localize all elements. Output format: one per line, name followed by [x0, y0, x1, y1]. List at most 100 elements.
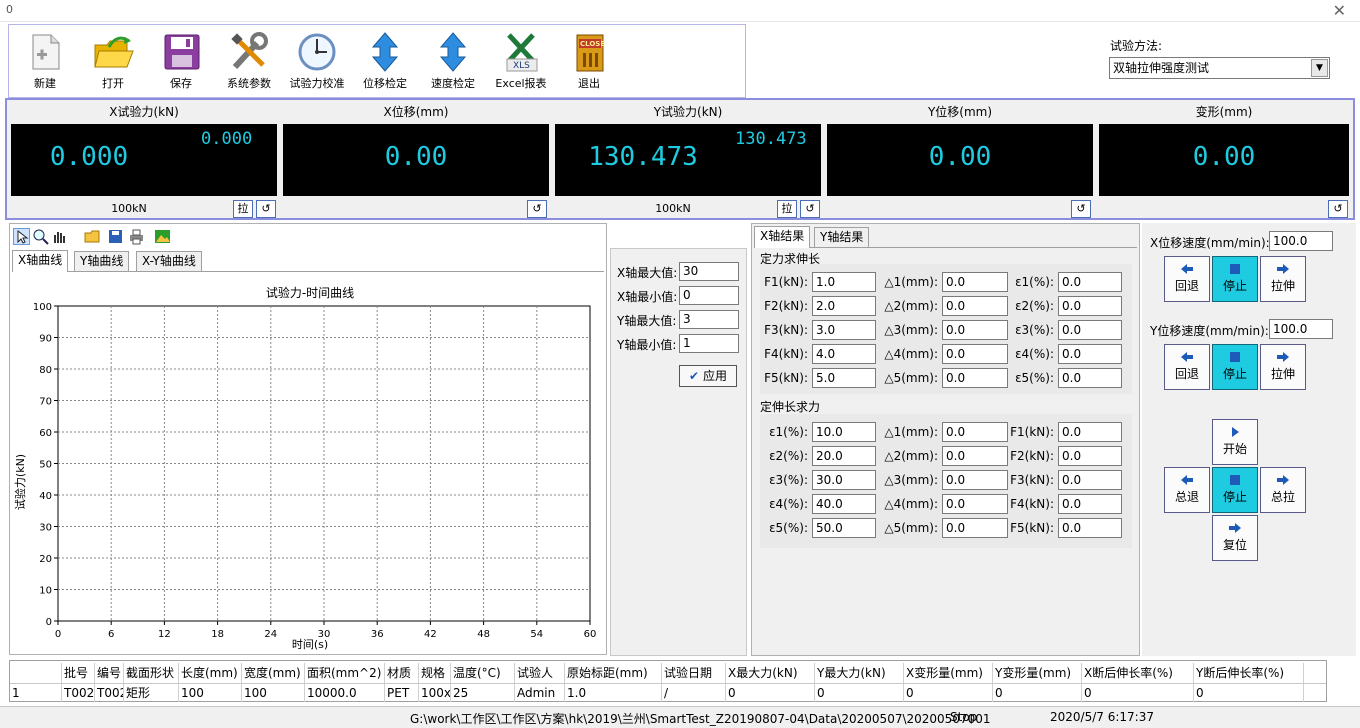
x-stop-button[interactable]: 停止	[1212, 256, 1258, 302]
close-window-icon[interactable]: ✕	[1333, 1, 1346, 20]
table-cell[interactable]: 1	[10, 684, 62, 702]
elong-force-input[interactable]: 0.0	[942, 518, 1008, 538]
elong-force-input[interactable]: 0.0	[1058, 470, 1122, 490]
exit-button[interactable]: CLOSE 退出	[555, 31, 623, 97]
force-elong-input[interactable]: 0.0	[942, 296, 1008, 316]
open-button[interactable]: 打开	[79, 31, 147, 97]
table-cell[interactable]: 100	[179, 684, 242, 702]
force-elong-input[interactable]: 0.0	[942, 272, 1008, 292]
table-cell[interactable]: 10000.0	[305, 684, 385, 702]
table-cell[interactable]: 0	[1194, 684, 1304, 702]
x-max-input[interactable]: 30	[679, 262, 739, 281]
x-pull-button[interactable]: 拉伸	[1260, 256, 1306, 302]
save-icon[interactable]	[107, 228, 124, 245]
table-cell[interactable]: 0	[726, 684, 815, 702]
tab-y-curve[interactable]: Y轴曲线	[74, 251, 130, 271]
table-cell[interactable]: 0	[993, 684, 1082, 702]
tab-xy-curve[interactable]: X-Y轴曲线	[136, 251, 202, 271]
y-pull-button[interactable]: 拉伸	[1260, 344, 1306, 390]
x-force-zero-button[interactable]: ↺	[256, 200, 276, 218]
force-elong-input[interactable]: 0.0	[942, 320, 1008, 340]
force-elong-input[interactable]: 0.0	[1058, 320, 1122, 340]
y-min-input[interactable]: 1	[679, 334, 739, 353]
y-back-button[interactable]: 回退	[1164, 344, 1210, 390]
system-params-button[interactable]: 系统参数	[215, 31, 283, 97]
test-method-select[interactable]: 双轴拉伸强度测试 ▼	[1109, 57, 1330, 79]
elong-force-input[interactable]: 40.0	[812, 494, 876, 514]
x-disp-zero-button[interactable]: ↺	[527, 200, 547, 218]
reset-button[interactable]: 复位	[1212, 515, 1258, 561]
table-cell[interactable]: PET	[385, 684, 419, 702]
force-elong-input[interactable]: 0.0	[1058, 368, 1122, 388]
print-icon[interactable]	[128, 228, 145, 245]
speed-verify-button[interactable]: 速度检定	[419, 31, 487, 97]
deform-zero-button[interactable]: ↺	[1328, 200, 1348, 218]
force-elong-input[interactable]: 1.0	[812, 272, 876, 292]
updown-arrow-icon	[439, 32, 467, 72]
elong-force-input[interactable]: 10.0	[812, 422, 876, 442]
total-pull-button[interactable]: 总拉	[1260, 467, 1306, 513]
elong-force-input[interactable]: 0.0	[1058, 446, 1122, 466]
displacement-verify-button[interactable]: 位移检定	[351, 31, 419, 97]
table-cell[interactable]: 0	[815, 684, 904, 702]
force-elong-input[interactable]: 0.0	[942, 344, 1008, 364]
start-button[interactable]: 开始	[1212, 419, 1258, 465]
x-force-pull-button[interactable]: 拉	[233, 200, 253, 218]
total-back-button[interactable]: 总退	[1164, 467, 1210, 513]
elong-force-input[interactable]: 0.0	[1058, 494, 1122, 514]
open-folder-icon[interactable]	[84, 228, 101, 245]
y-disp-zero-button[interactable]: ↺	[1071, 200, 1091, 218]
y-force-zero-button[interactable]: ↺	[800, 200, 820, 218]
image-icon[interactable]	[154, 228, 171, 245]
y-speed-input[interactable]: 100.0	[1269, 319, 1333, 339]
table-cell[interactable]: 100	[242, 684, 305, 702]
force-elong-input[interactable]: 0.0	[942, 368, 1008, 388]
table-cell[interactable]: 1.0	[565, 684, 662, 702]
new-button[interactable]: 新建	[11, 31, 79, 97]
elong-force-input[interactable]: 20.0	[812, 446, 876, 466]
table-cell[interactable]: 0	[1082, 684, 1194, 702]
zoom-icon[interactable]	[32, 228, 49, 245]
table-cell[interactable]: /	[662, 684, 726, 702]
elong-force-input[interactable]: 50.0	[812, 518, 876, 538]
table-cell[interactable]: T002	[62, 684, 95, 702]
force-elong-input[interactable]: 2.0	[812, 296, 876, 316]
force-elong-input[interactable]: 0.0	[1058, 296, 1122, 316]
force-elong-input[interactable]: 4.0	[812, 344, 876, 364]
x-speed-input[interactable]: 100.0	[1269, 231, 1333, 251]
pan-hand-icon[interactable]	[50, 228, 67, 245]
table-cell[interactable]: 100x0	[419, 684, 451, 702]
elong-force-input[interactable]: 30.0	[812, 470, 876, 490]
pointer-tool-icon[interactable]	[13, 228, 30, 245]
table-cell[interactable]: Admin	[515, 684, 565, 702]
total-stop-button[interactable]: 停止	[1212, 467, 1258, 513]
chevron-down-icon[interactable]: ▼	[1311, 59, 1328, 77]
elong-force-input[interactable]: 0.0	[942, 446, 1008, 466]
table-cell[interactable]: 矩形	[124, 684, 179, 702]
elong-force-input[interactable]: 0.0	[1058, 518, 1122, 538]
tab-y-result[interactable]: Y轴结果	[814, 227, 870, 247]
force-elong-input[interactable]: 0.0	[1058, 344, 1122, 364]
force-calibration-button[interactable]: 试验力校准	[283, 31, 351, 97]
apply-button[interactable]: ✔ 应用	[679, 365, 737, 387]
x-back-button[interactable]: 回退	[1164, 256, 1210, 302]
elong-force-input[interactable]: 0.0	[1058, 422, 1122, 442]
y-max-input[interactable]: 3	[679, 310, 739, 329]
table-cell[interactable]: 0	[904, 684, 993, 702]
elong-force-input[interactable]: 0.0	[942, 422, 1008, 442]
tab-x-curve[interactable]: X轴曲线	[12, 250, 69, 272]
y-force-pull-button[interactable]: 拉	[777, 200, 797, 218]
stop-square-icon	[1230, 352, 1240, 362]
x-min-input[interactable]: 0	[679, 286, 739, 305]
excel-report-button[interactable]: XLS Excel报表	[487, 31, 555, 97]
table-cell[interactable]: T002	[95, 684, 124, 702]
force-elong-input[interactable]: 3.0	[812, 320, 876, 340]
force-elong-input[interactable]: 0.0	[1058, 272, 1122, 292]
y-stop-button[interactable]: 停止	[1212, 344, 1258, 390]
tab-x-result[interactable]: X轴结果	[754, 226, 811, 248]
elong-force-input[interactable]: 0.0	[942, 470, 1008, 490]
elong-force-input[interactable]: 0.0	[942, 494, 1008, 514]
table-cell[interactable]: 25	[451, 684, 515, 702]
force-elong-input[interactable]: 5.0	[812, 368, 876, 388]
save-button[interactable]: 保存	[147, 31, 215, 97]
